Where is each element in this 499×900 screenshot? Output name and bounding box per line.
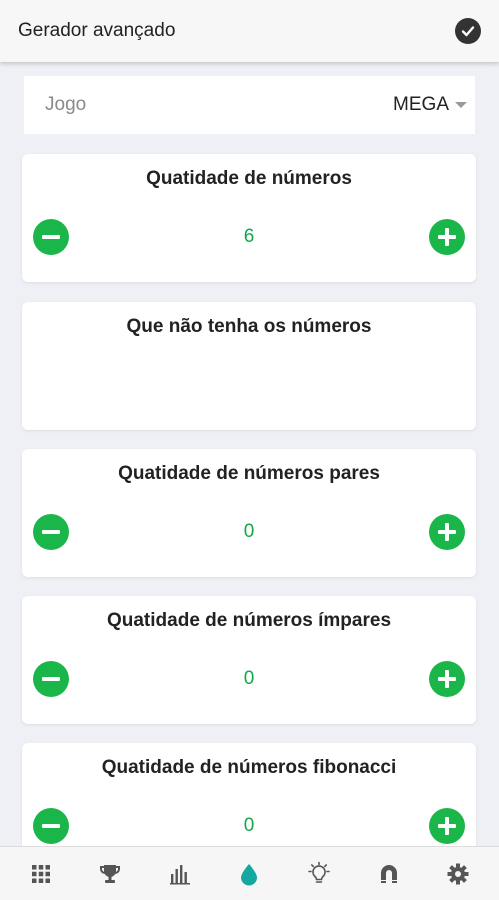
plus-icon-v xyxy=(444,817,449,835)
nav-magnet[interactable] xyxy=(369,854,409,894)
minus-icon xyxy=(42,530,60,534)
nav-grid[interactable] xyxy=(21,854,61,894)
minus-icon xyxy=(42,824,60,828)
plus-icon-v xyxy=(444,670,449,688)
stepper-value: 6 xyxy=(243,226,255,247)
magnet-icon xyxy=(380,864,397,883)
nav-statistics[interactable] xyxy=(160,854,200,894)
decrement-button[interactable] xyxy=(33,514,69,550)
page-title: Gerador avançado xyxy=(18,20,176,41)
app-bar: Gerador avançado xyxy=(0,0,499,62)
drop-icon xyxy=(241,863,258,885)
minus-icon xyxy=(42,235,60,239)
card-title: Quatidade de números pares xyxy=(118,463,380,484)
game-dropdown-value: MEGA xyxy=(393,94,449,115)
card-odd-numbers: Quatidade de números ímpares 0 xyxy=(22,596,476,724)
card-title: Que não tenha os números xyxy=(126,316,372,337)
card-fibonacci-numbers: Quatidade de números fibonacci 0 xyxy=(22,743,476,846)
card-quantity-numbers: Quatidade de números 6 xyxy=(22,154,476,282)
card-title: Quatidade de números ímpares xyxy=(106,610,392,631)
game-dropdown[interactable]: MEGA xyxy=(393,94,467,116)
nav-settings[interactable] xyxy=(438,854,478,894)
stepper-row: 0 xyxy=(33,514,465,550)
stepper-value: 0 xyxy=(243,668,255,689)
decrement-button[interactable] xyxy=(33,661,69,697)
check-circle-icon[interactable] xyxy=(455,18,481,44)
increment-button[interactable] xyxy=(428,514,465,550)
stepper-value: 0 xyxy=(243,815,255,836)
game-label: Jogo xyxy=(45,94,87,115)
nav-trophy[interactable] xyxy=(90,854,130,894)
content-area[interactable]: Jogo MEGA Quatidade de números 6 Que não… xyxy=(0,62,499,846)
increment-button[interactable] xyxy=(428,661,465,697)
check-mark-glyph xyxy=(461,26,475,37)
minus-icon xyxy=(42,677,60,681)
stepper-value: 0 xyxy=(243,521,255,542)
gear-icon xyxy=(447,863,469,884)
stepper-row: 0 xyxy=(33,661,465,697)
decrement-button[interactable] xyxy=(33,808,69,844)
plus-icon-v xyxy=(444,523,449,541)
game-selector-row: Jogo MEGA xyxy=(24,76,475,134)
trophy-icon xyxy=(100,864,121,883)
decrement-button[interactable] xyxy=(33,219,69,255)
card-excluded-numbers[interactable]: Que não tenha os números xyxy=(22,302,476,430)
stepper-row: 0 xyxy=(33,808,465,844)
grid-icon xyxy=(31,864,50,883)
card-title: Quatidade de números fibonacci xyxy=(101,757,397,778)
plus-icon-v xyxy=(444,228,449,246)
increment-button[interactable] xyxy=(428,219,465,255)
increment-button[interactable] xyxy=(428,808,465,844)
card-even-numbers: Quatidade de números pares 0 xyxy=(22,449,476,577)
card-title: Quatidade de números xyxy=(146,168,352,189)
bar-chart-icon xyxy=(169,864,190,884)
dropdown-caret-icon xyxy=(455,102,467,108)
bottom-navigation xyxy=(0,846,499,900)
lightbulb-icon xyxy=(308,861,330,883)
stepper-row: 6 xyxy=(33,219,465,255)
nav-generator[interactable] xyxy=(229,854,269,894)
nav-tips[interactable] xyxy=(299,854,339,894)
